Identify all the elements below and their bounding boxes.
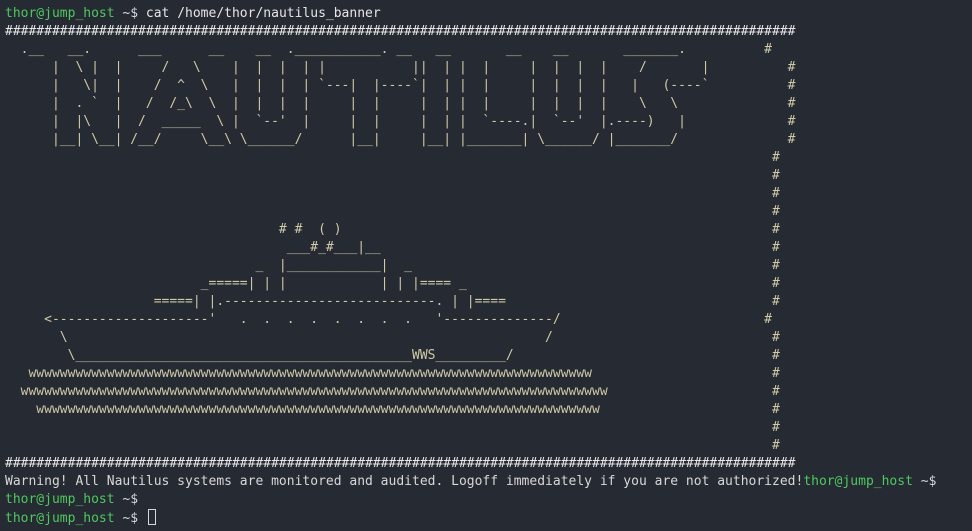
banner-line: #	[5, 168, 780, 183]
command-line: thor@jump_host ~$ cat /home/thor/nautilu…	[5, 5, 972, 23]
banner-line: #	[5, 150, 780, 165]
prompt-user-host: thor@jump_host	[5, 6, 115, 21]
banner-output: ########################################…	[5, 23, 972, 473]
banner-line: # # ( ) #	[5, 222, 780, 237]
warning-line: Warning! All Nautilus systems are monito…	[5, 473, 972, 491]
banner-line: ########################################…	[5, 456, 796, 471]
banner-line: <--------------------' . . . . . . . . '…	[5, 312, 773, 327]
warning-text: Warning! All Nautilus systems are monito…	[5, 474, 804, 489]
prompt-user-host: thor@jump_host	[5, 511, 115, 526]
prompt-symbol: $	[130, 492, 139, 507]
banner-line: #	[5, 438, 780, 453]
banner-line: \ / #	[5, 330, 780, 345]
banner-line: =====| |.---------------------------. | …	[5, 294, 780, 309]
banner-line: ########################################…	[5, 24, 796, 39]
banner-line: #	[5, 420, 780, 435]
banner-line: wwwwwwwwwwwwwwwwwwwwwwwwwwwwwwwwwwwwwwww…	[5, 366, 780, 381]
active-prompt-line[interactable]: thor@jump_host ~$	[5, 509, 972, 527]
banner-line: | \ | | / \ | | | | | || | | | | | | | /…	[5, 60, 796, 75]
banner-line: | |\ | / _____ \ | `--' | | | | | | `---…	[5, 114, 796, 129]
command-text: cat /home/thor/nautilus_banner	[145, 6, 381, 21]
terminal-window[interactable]: thor@jump_host ~$ cat /home/thor/nautilu…	[0, 0, 972, 531]
banner-line: _ |____________| _ #	[5, 258, 780, 273]
banner-line: ___#_#___|__ #	[5, 240, 780, 255]
banner-line: | \| | / ^ \ | | | | `---| |----`| | | |…	[5, 78, 796, 93]
banner-line: wwwwwwwwwwwwwwwwwwwwwwwwwwwwwwwwwwwwwwww…	[5, 402, 780, 417]
banner-line: wwwwwwwwwwwwwwwwwwwwwwwwwwwwwwwwwwwwwwww…	[5, 384, 780, 399]
banner-line: #	[5, 186, 780, 201]
banner-line: | . ` | / /_\ \ | | | | | | | | | | | | …	[5, 96, 796, 111]
prompt-symbol: $	[130, 511, 139, 526]
prompt-user-host: thor@jump_host	[5, 492, 115, 507]
banner-line: #	[5, 204, 780, 219]
banner-line: .__ __. ___ __ __ .___________. __ __ __…	[5, 42, 773, 57]
prompt-dir: ~	[920, 474, 929, 489]
prompt-symbol: $	[928, 474, 937, 489]
prompt-user-host: thor@jump_host	[803, 474, 913, 489]
banner-line: |__| \__| /__/ \__\ \______/ |__| |__| |…	[5, 132, 796, 147]
text-cursor[interactable]	[147, 509, 156, 525]
banner-line: \_______________________________________…	[5, 348, 780, 363]
prompt-symbol: $	[130, 6, 139, 21]
prompt-line: thor@jump_host ~$	[5, 491, 972, 509]
banner-line: _=====| | | | | |==== _ #	[5, 276, 780, 291]
